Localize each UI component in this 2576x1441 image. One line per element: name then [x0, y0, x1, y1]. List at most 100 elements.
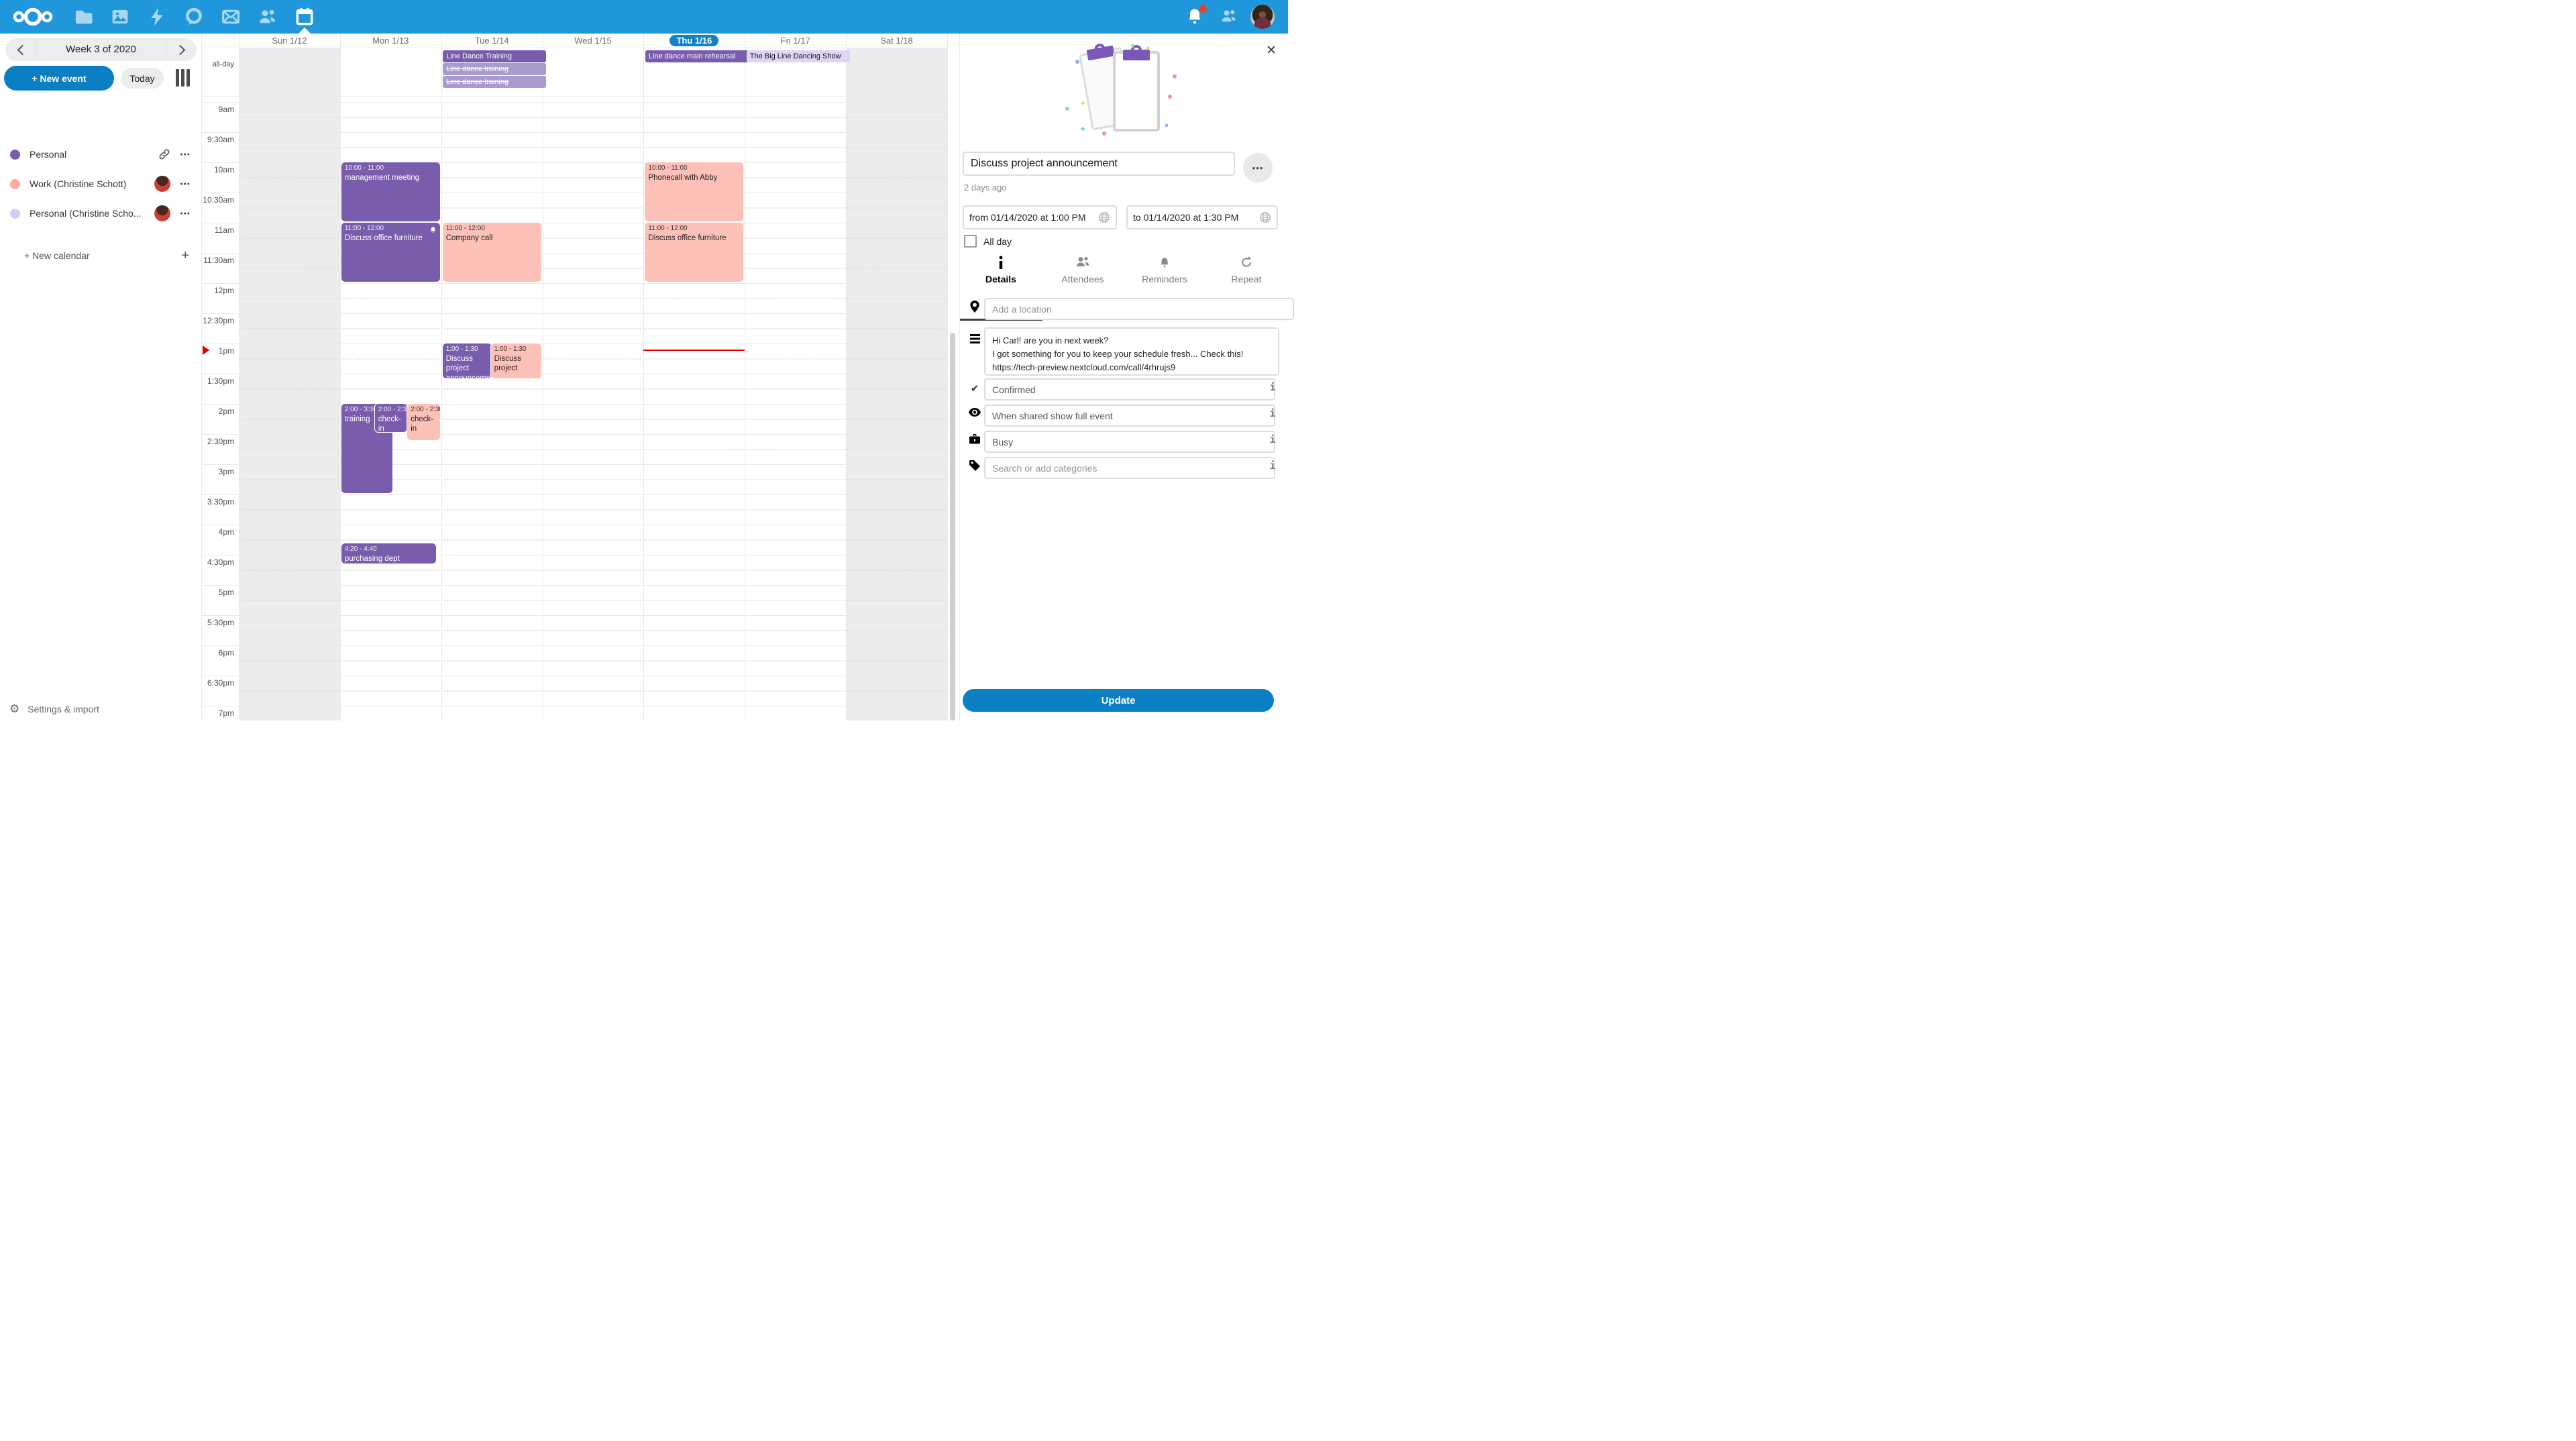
next-week-button[interactable]: [167, 38, 197, 61]
calendar-event[interactable]: 11:00 - 12:00Discuss office furniture: [341, 223, 440, 282]
new-event-button[interactable]: + New event: [4, 66, 114, 91]
calendar-event[interactable]: 1:00 - 1:30Discuss project: [491, 343, 541, 378]
calendar-event[interactable]: 2:00 - 2:30check-in: [375, 404, 407, 432]
timezone-globe-icon[interactable]: [1098, 211, 1110, 223]
settings-import-button[interactable]: ⚙ Settings & import: [0, 698, 201, 720]
share-link-icon[interactable]: [158, 148, 170, 160]
tab-reminders[interactable]: Reminders: [1124, 255, 1205, 284]
time-axis-label: 6:30pm: [202, 678, 234, 688]
event-illustration: [1040, 42, 1208, 136]
mail-icon[interactable]: [220, 6, 241, 28]
view-switcher-icon[interactable]: [176, 69, 191, 87]
all-day-event[interactable]: Line dance training: [443, 63, 546, 75]
talk-icon[interactable]: [183, 6, 205, 28]
event-title: Discuss office furniture: [345, 233, 437, 243]
photos-icon[interactable]: [109, 6, 131, 28]
freebusy-select[interactable]: Busy: [984, 431, 1275, 453]
time-axis-label: 5pm: [202, 588, 234, 597]
grid-line: [202, 96, 947, 97]
calendar-event[interactable]: 10:00 - 11:00Phonecall with Abby: [645, 162, 743, 221]
calendar-list-item[interactable]: Personal●●●: [0, 143, 201, 166]
contacts-icon[interactable]: [257, 6, 278, 28]
grid-scrollbar-thumb[interactable]: [950, 333, 955, 720]
calendar-icon[interactable]: [294, 6, 315, 28]
day-header: Mon 1/13: [340, 34, 441, 48]
update-button[interactable]: Update: [963, 689, 1274, 712]
visibility-info-icon[interactable]: i: [1266, 407, 1279, 419]
all-day-checkbox[interactable]: [964, 235, 977, 248]
grid-line: [202, 343, 947, 344]
status-info-icon[interactable]: i: [1266, 381, 1279, 393]
calendar-list-item[interactable]: Personal (Christine Scho... ●●●: [0, 202, 201, 225]
all-day-event[interactable]: Line dance training: [443, 76, 546, 88]
calendar-list-item[interactable]: Work (Christine Schott)●●●: [0, 172, 201, 195]
grid-line-quarter: [239, 509, 947, 511]
activity-icon[interactable]: [146, 6, 168, 28]
tab-repeat[interactable]: Repeat: [1205, 255, 1287, 284]
categories-info-icon[interactable]: i: [1266, 460, 1279, 472]
calendar-week-grid[interactable]: Sun 1/12Mon 1/13Tue 1/14Wed 1/15Thu 1/16…: [201, 34, 960, 720]
all-day-event[interactable]: The Big Line Dancing Show: [747, 50, 850, 62]
grid-line: [202, 253, 947, 254]
calendar-event[interactable]: 10:00 - 11:00management meeting: [341, 162, 440, 221]
description-icon: [968, 334, 981, 343]
busy-briefcase-icon: [968, 434, 981, 444]
calendar-event[interactable]: 1:00 - 1:30Discuss project announcement: [443, 343, 492, 378]
grid-column-border: [846, 34, 847, 720]
event-time: 1:00 - 1:30: [494, 345, 538, 353]
calendar-event[interactable]: 2:00 - 2:30check-in: [407, 404, 439, 440]
tab-details[interactable]: Details: [960, 255, 1042, 284]
more-actions-button[interactable]: •••: [1243, 153, 1273, 182]
tab-label: Attendees: [1042, 274, 1124, 284]
description-textarea[interactable]: Hi Carl! are you in next week? I got som…: [984, 327, 1279, 376]
event-time: 4:20 - 4:40: [345, 545, 433, 553]
location-pin-icon: [968, 301, 981, 313]
location-input[interactable]: Add a location: [984, 298, 1294, 320]
nextcloud-logo-icon[interactable]: [11, 5, 55, 28]
grid-line: [202, 645, 947, 646]
grid-line-quarter: [239, 570, 947, 571]
freebusy-info-icon[interactable]: i: [1266, 433, 1279, 445]
week-label[interactable]: Week 3 of 2020: [35, 43, 167, 56]
new-calendar-button[interactable]: + New calendar +: [0, 246, 201, 266]
gear-icon: ⚙: [9, 702, 19, 716]
all-day-event[interactable]: Line dance main rehearsal: [645, 50, 749, 62]
visibility-select[interactable]: When shared show full event: [984, 405, 1275, 427]
all-day-toggle[interactable]: All day: [964, 235, 1012, 248]
grid-line: [202, 132, 947, 133]
grid-column-border: [441, 34, 442, 720]
event-end-field[interactable]: to 01/14/2020 at 1:30 PM: [1126, 205, 1278, 229]
categories-input[interactable]: Search or add categories: [984, 457, 1275, 479]
close-icon[interactable]: ✕: [1266, 43, 1277, 58]
all-day-event[interactable]: Line Dance Training: [443, 50, 546, 62]
calendar-actions-icon[interactable]: ●●●: [180, 182, 191, 186]
calendar-event[interactable]: 11:00 - 12:00Discuss office furniture: [645, 223, 743, 282]
event-title: Discuss project announcement: [446, 354, 488, 378]
grid-line: [202, 404, 947, 405]
event-start-field[interactable]: from 01/14/2020 at 1:00 PM: [963, 205, 1117, 229]
new-calendar-label: + New calendar: [24, 250, 90, 261]
event-title: management meeting: [345, 173, 437, 182]
previous-week-button[interactable]: [5, 38, 35, 61]
event-title: Phonecall with Abby: [648, 173, 740, 182]
user-avatar[interactable]: [1250, 5, 1275, 29]
calendar-actions-icon[interactable]: ●●●: [180, 211, 191, 216]
event-editor-panel: ✕ ••• 2 days ago from 01/14/2020 at 1:00…: [959, 34, 1289, 720]
timezone-globe-icon[interactable]: [1259, 211, 1271, 223]
notifications-bell-icon[interactable]: [1185, 7, 1205, 27]
status-select[interactable]: Confirmed: [984, 378, 1275, 401]
time-axis-label: 4:30pm: [202, 557, 234, 567]
calendar-event[interactable]: 11:00 - 12:00Company call: [443, 223, 541, 282]
calendar-name: Personal (Christine Scho...: [30, 208, 154, 219]
calendar-event[interactable]: 4:20 - 4:40purchasing dept: [341, 543, 436, 564]
grid-line-quarter: [239, 600, 947, 601]
contacts-menu-icon[interactable]: [1220, 7, 1240, 27]
event-title-input[interactable]: [963, 152, 1235, 176]
calendar-actions-icon[interactable]: ●●●: [180, 152, 191, 157]
files-icon[interactable]: [72, 6, 94, 28]
day-header: Sat 1/18: [846, 34, 947, 48]
tab-label: Repeat: [1205, 274, 1287, 284]
event-time: 11:00 - 12:00: [446, 225, 538, 232]
tab-attendees[interactable]: Attendees: [1042, 255, 1124, 284]
today-button[interactable]: Today: [121, 68, 164, 89]
